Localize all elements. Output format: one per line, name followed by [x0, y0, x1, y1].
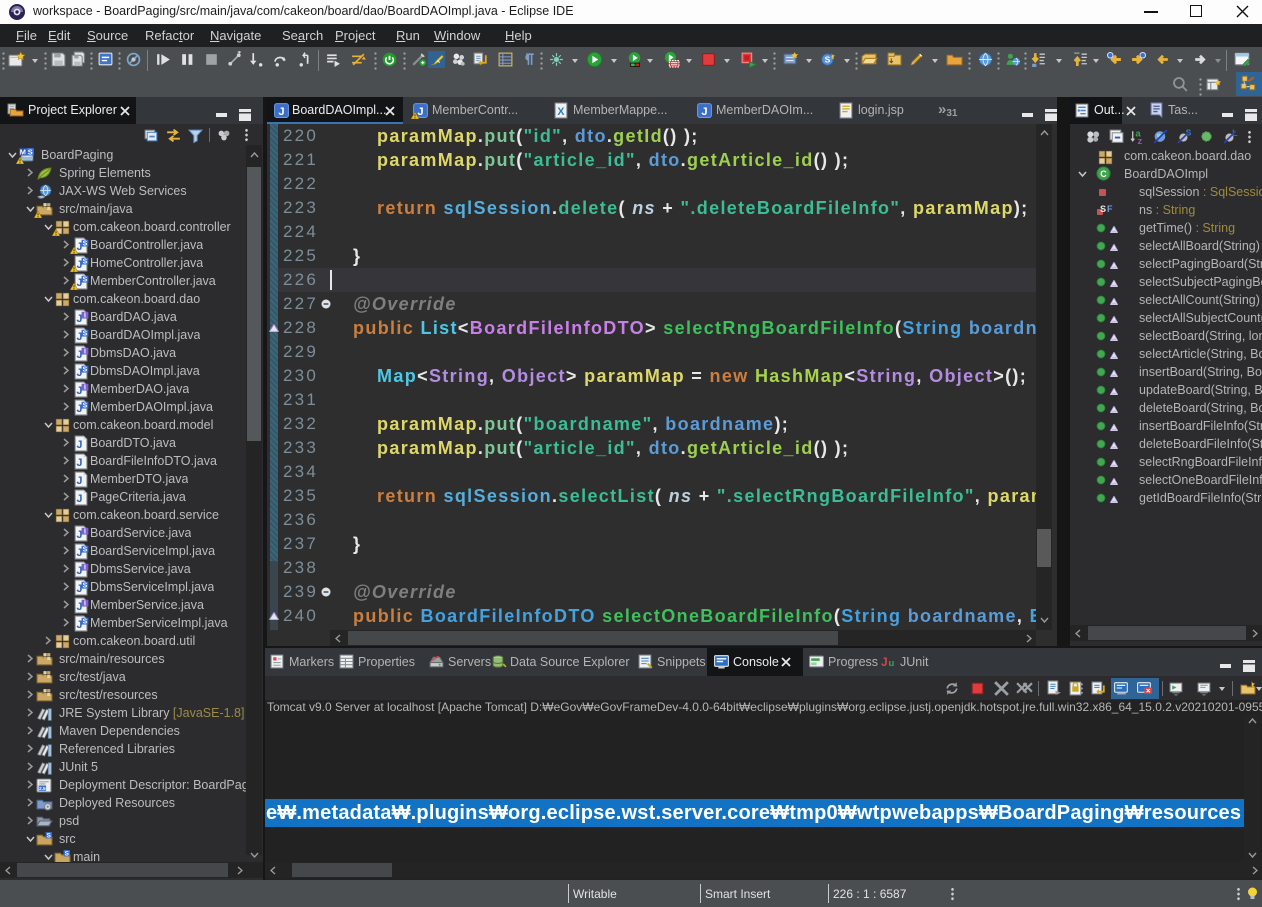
svg-text:S: S — [83, 582, 88, 589]
svg-text:C: C — [1100, 169, 1107, 179]
svg-text:J: J — [76, 475, 82, 487]
svg-text:M: M — [20, 147, 26, 156]
svg-text:I: I — [84, 528, 86, 535]
svg-text:S: S — [83, 258, 88, 265]
svg-text:u: u — [889, 658, 895, 669]
svg-text:S: S — [83, 240, 88, 247]
svg-text:J: J — [76, 457, 82, 469]
svg-text:S: S — [83, 402, 88, 409]
svg-text:S: S — [47, 833, 51, 840]
svg-text:J: J — [881, 656, 888, 669]
svg-text:I: I — [84, 600, 86, 607]
svg-text:J: J — [76, 439, 82, 451]
svg-text:J: J — [76, 493, 82, 505]
svg-text:S: S — [83, 276, 88, 283]
svg-text:S: S — [83, 546, 88, 553]
svg-text:X: X — [557, 106, 564, 118]
svg-text:S: S — [83, 618, 88, 625]
svg-text:I: I — [84, 312, 86, 319]
svg-text:I: I — [84, 348, 86, 355]
svg-text:S: S — [65, 851, 69, 858]
svg-text:S: S — [83, 330, 88, 337]
svg-text:J: J — [278, 106, 284, 118]
svg-text:F: F — [1107, 204, 1113, 214]
svg-text:I: I — [84, 384, 86, 391]
svg-text:z: z — [1138, 136, 1143, 145]
svg-text:S: S — [825, 55, 831, 65]
svg-text:S: S — [83, 366, 88, 373]
svg-text:2.5: 2.5 — [39, 786, 46, 792]
svg-text:S: S — [1100, 204, 1106, 214]
svg-text:I: I — [84, 564, 86, 571]
svg-text:J: J — [701, 106, 707, 118]
svg-text:S: S — [28, 147, 33, 156]
